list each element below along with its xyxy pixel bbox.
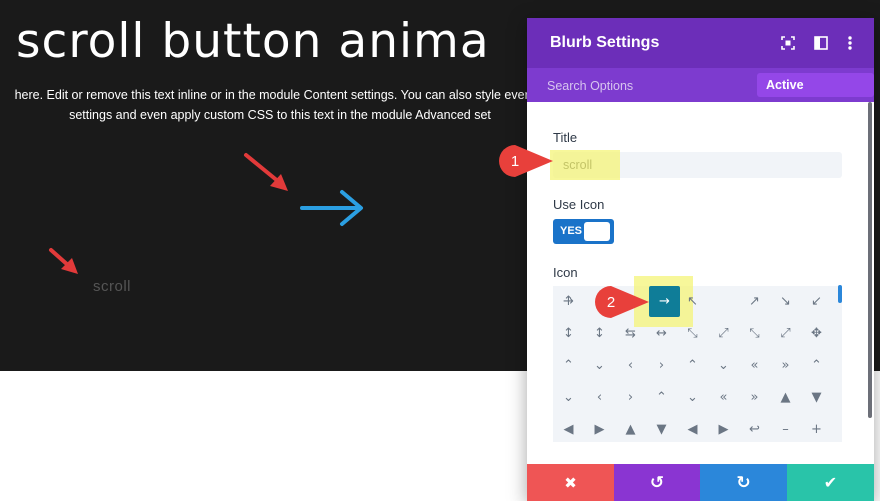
icon-option[interactable]: ⌄ xyxy=(708,350,739,381)
icon-option[interactable]: ▲ xyxy=(615,414,646,445)
more-vertical-icon[interactable] xyxy=(838,31,862,55)
icon-option[interactable]: ↕ xyxy=(553,318,584,349)
icon-option[interactable]: ⌃ xyxy=(553,350,584,381)
undo-icon: ↺ xyxy=(649,472,665,493)
icon-option[interactable]: » xyxy=(739,382,770,413)
search-options-input[interactable] xyxy=(545,74,749,98)
icon-option[interactable]: › xyxy=(615,382,646,413)
icon-option[interactable]: ▼ xyxy=(801,382,832,413)
icon-option[interactable]: › xyxy=(646,350,677,381)
hero-body-text-line-2: settings and even apply custom CSS to th… xyxy=(69,108,491,122)
active-content-filter-label: Active Content xyxy=(766,78,814,116)
toggle-knob xyxy=(584,222,610,241)
panel-title: Blurb Settings xyxy=(550,34,660,51)
icon-option[interactable]: ◀ xyxy=(677,414,708,445)
icon-option[interactable]: ⤡ xyxy=(739,318,770,349)
annotation-badge-1: 1 xyxy=(499,145,553,177)
close-icon[interactable]: ✖ xyxy=(822,102,832,116)
panel-header: Blurb Settings xyxy=(527,18,874,68)
annotation-arrow-icon xyxy=(244,153,288,191)
active-content-filter[interactable]: Active Content ✖ xyxy=(757,73,874,116)
icon-option[interactable]: ↖ xyxy=(677,286,708,317)
undo-button[interactable]: ↺ xyxy=(614,464,700,501)
icon-option[interactable]: ▼ xyxy=(646,414,677,445)
redo-button[interactable]: ↻ xyxy=(700,464,787,501)
icon-option[interactable]: ⌄ xyxy=(677,382,708,413)
icon-option[interactable]: + xyxy=(801,414,832,445)
icon-option[interactable]: ‹ xyxy=(615,350,646,381)
badge-number: 1 xyxy=(511,153,519,170)
icon-option[interactable]: ⇆ xyxy=(615,318,646,349)
icon-option[interactable]: ⌄ xyxy=(553,382,584,413)
icon-option[interactable]: « xyxy=(708,382,739,413)
icon-option[interactable]: ⌃ xyxy=(801,350,832,381)
use-icon-toggle[interactable]: YES xyxy=(553,219,614,244)
fullscreen-icon[interactable] xyxy=(776,31,800,55)
blurb-title-text: scroll xyxy=(93,278,132,295)
icon-option[interactable]: ↙ xyxy=(801,286,832,317)
redo-icon: ↻ xyxy=(736,472,751,493)
icon-option[interactable]: ↔ xyxy=(646,318,677,349)
annotation-arrow-icon xyxy=(49,248,78,274)
badge-number: 2 xyxy=(607,294,615,311)
icon-option[interactable]: ↕ xyxy=(584,318,615,349)
icon-option[interactable]: ↗ xyxy=(739,286,770,317)
icon-option[interactable]: ⤡ xyxy=(677,318,708,349)
blurb-settings-panel: Blurb Settings Active Content ✖ xyxy=(527,18,874,501)
icon-option[interactable]: « xyxy=(739,350,770,381)
icon-option[interactable]: ↩ xyxy=(739,414,770,445)
icon-option[interactable]: ▶ xyxy=(708,414,739,445)
close-icon: ✖ xyxy=(564,473,577,492)
panel-scrollbar[interactable] xyxy=(868,102,872,418)
icon-option[interactable]: ⌄ xyxy=(584,350,615,381)
cancel-button[interactable]: ✖ xyxy=(527,464,614,501)
icon-option[interactable]: ⤢ xyxy=(708,318,739,349)
title-label: Title xyxy=(553,130,578,145)
icon-option[interactable]: ↘ xyxy=(770,286,801,317)
annotation-badge-2: 2 xyxy=(595,286,649,318)
icon-option[interactable]: → xyxy=(553,286,584,317)
icon-label: Icon xyxy=(553,265,578,280)
panel-footer: ✖ ↺ ↻ ✔ xyxy=(527,464,874,501)
checkmark-icon: ✔ xyxy=(823,473,838,492)
icon-option[interactable]: ⌃ xyxy=(646,382,677,413)
icon-option[interactable]: ⌃ xyxy=(677,350,708,381)
icon-grid-scrollbar[interactable] xyxy=(838,285,842,303)
icon-option[interactable]: ◀ xyxy=(553,414,584,445)
icon-option[interactable]: ✥ xyxy=(801,318,832,349)
icon-option[interactable]: ▲ xyxy=(770,382,801,413)
hero-title: scroll button anima xyxy=(16,14,490,69)
search-bar: Active Content ✖ xyxy=(527,68,874,116)
hero-body-text-line-1: here. Edit or remove this text inline or… xyxy=(14,88,546,102)
icon-option[interactable]: » xyxy=(770,350,801,381)
icon-option[interactable]: – xyxy=(770,414,801,445)
icon-option[interactable]: ▶ xyxy=(584,414,615,445)
icon-option[interactable]: ‹ xyxy=(584,382,615,413)
save-button[interactable]: ✔ xyxy=(787,464,874,501)
use-icon-label: Use Icon xyxy=(553,197,605,212)
right-arrow-icon xyxy=(300,190,363,226)
sidebar-layout-icon[interactable] xyxy=(809,31,833,55)
icon-option[interactable]: ⤢ xyxy=(770,318,801,349)
toggle-value: YES xyxy=(560,225,583,237)
title-field[interactable] xyxy=(553,152,842,178)
selected-icon-option[interactable]: → xyxy=(649,286,680,317)
